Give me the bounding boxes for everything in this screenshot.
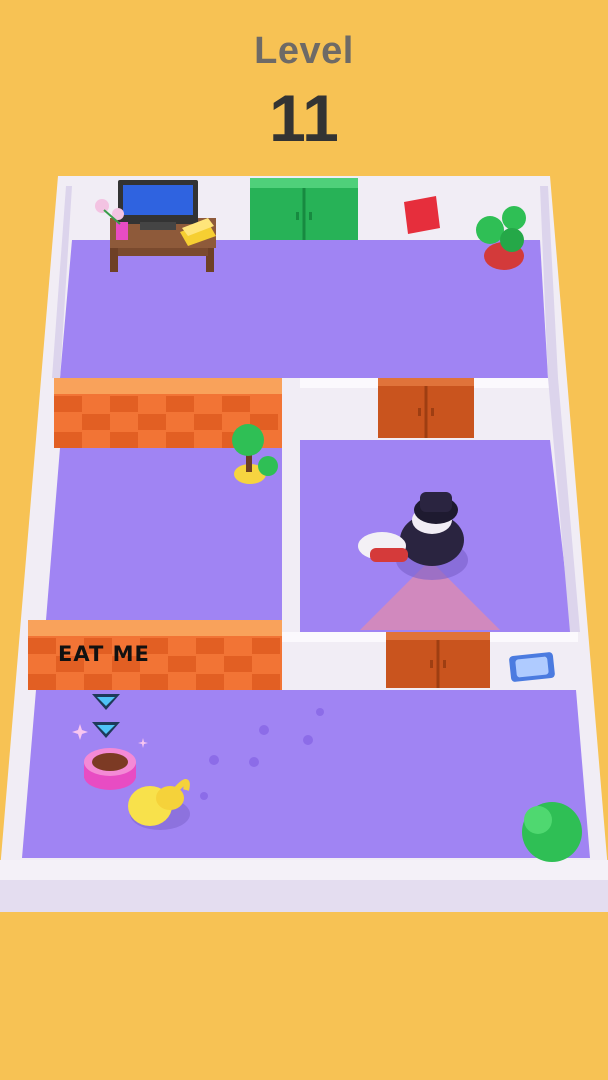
red-box <box>404 196 440 234</box>
eat-me-prompt: EAT ME <box>58 642 150 666</box>
floor-top-room <box>60 240 548 378</box>
food-bowl[interactable] <box>84 748 136 790</box>
green-bush <box>522 802 582 862</box>
game-screen[interactable]: Level 11 EAT ME <box>0 0 608 1080</box>
orange-door-upper <box>378 378 474 438</box>
green-wardrobe-door <box>250 178 358 240</box>
tv <box>118 180 198 230</box>
orange-door-lower <box>386 632 490 688</box>
water-tray <box>509 652 555 682</box>
game-board[interactable] <box>0 0 608 1080</box>
